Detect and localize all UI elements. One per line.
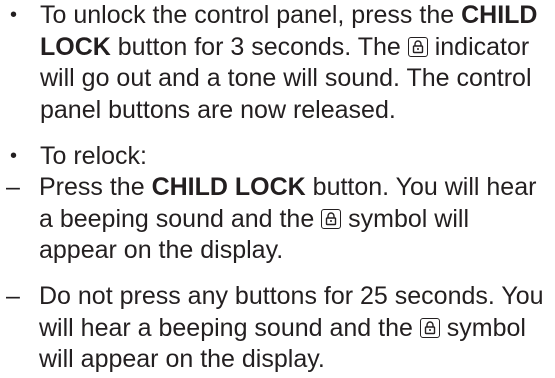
bullet-marker: • <box>10 145 18 167</box>
dash-marker: – <box>6 282 20 310</box>
relock-step-press: – Press the CHILD LOCK button. You will h… <box>0 172 551 267</box>
child-lock-label: CHILD LOCK <box>151 173 306 201</box>
lock-icon <box>321 208 342 229</box>
dash-marker: – <box>6 173 20 201</box>
instruction-text: To unlock the control panel, press the <box>40 1 462 29</box>
instruction-text: Press the <box>39 173 152 201</box>
relock-step-wait: – Do not press any buttons for 25 seconds… <box>0 281 551 376</box>
lock-icon <box>419 317 440 338</box>
instruction-text: To relock: <box>40 142 147 170</box>
instruction-page: • To unlock the control panel, press the … <box>0 0 555 378</box>
bullet-marker: • <box>10 4 18 26</box>
instruction-text: button for 3 seconds. The <box>110 32 408 61</box>
lock-icon <box>407 36 428 57</box>
relock-heading: • To relock: <box>0 141 551 173</box>
unlock-instruction: • To unlock the control panel, press the … <box>0 0 551 127</box>
